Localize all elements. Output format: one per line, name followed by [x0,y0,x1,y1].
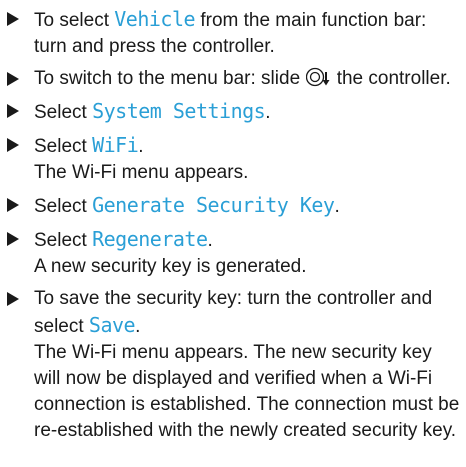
step-result: The Wi-Fi menu appears. [34,162,249,183]
step-save-security-key: To save the security key: turn the contr… [0,286,466,444]
step-bullet-icon [7,232,19,246]
step-select-vehicle: To select Vehicle from the main function… [0,6,466,60]
step-switch-menu-bar: To switch to the menu bar: slide the con… [0,66,466,92]
step-text: To switch to the menu bar: slide [34,68,306,89]
menu-item-vehicle: Vehicle [114,7,196,31]
step-bullet-icon [7,138,19,152]
controller-slide-down-icon [306,67,330,87]
step-select-generate-security-key: Select Generate Security Key. [0,192,466,220]
step-text: . [135,316,141,337]
step-text: . [334,196,340,217]
menu-item-system-settings: System Settings [92,99,266,123]
step-text: . [138,136,144,157]
step-result: A new security key is generated. [34,256,307,277]
step-bullet-icon [7,72,19,86]
step-text: Select [34,196,93,217]
step-bullet-icon [7,198,19,212]
step-text: . [265,102,271,123]
step-result: The Wi-Fi menu appears. The new security… [34,342,460,441]
step-select-system-settings: Select System Settings. [0,98,466,126]
step-select-regenerate: Select Regenerate. A new security key is… [0,226,466,280]
step-text: Select [34,102,93,123]
step-select-wifi: Select WiFi. The Wi-Fi menu appears. [0,132,466,186]
step-text: Select [34,230,93,251]
step-bullet-icon [7,12,19,26]
instruction-list: To select Vehicle from the main function… [0,6,466,450]
step-bullet-icon [7,104,19,118]
menu-item-regenerate: Regenerate [92,227,208,251]
menu-item-wifi: WiFi [92,133,139,157]
step-text: . [207,230,213,251]
step-text: Select [34,136,93,157]
menu-item-generate-security-key: Generate Security Key [92,193,335,217]
menu-item-save: Save [88,313,136,337]
step-text: To select [34,10,115,31]
step-text: the con­troller. [331,68,451,89]
step-bullet-icon [7,292,19,306]
